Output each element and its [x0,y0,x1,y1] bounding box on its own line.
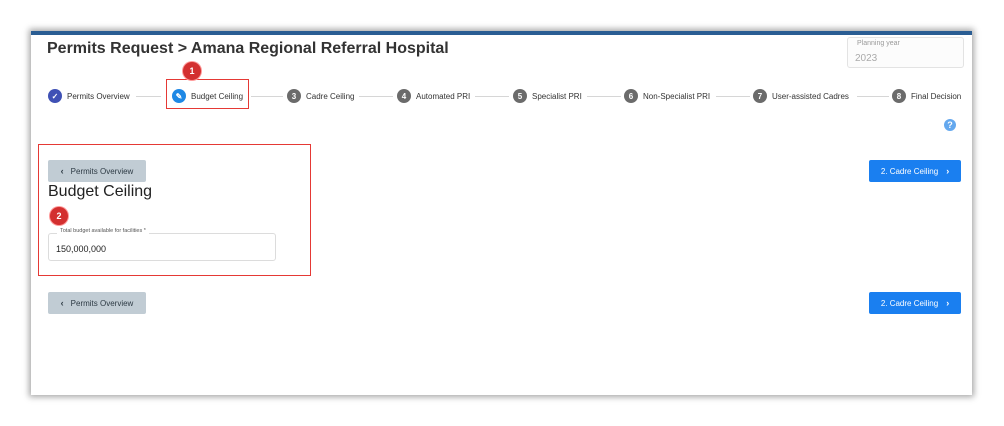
step-label: User-assisted Cadres [772,91,849,101]
step-connector [716,96,750,97]
step-final-decision[interactable]: 8 Final Decision [892,88,961,104]
total-budget-field[interactable]: Total budget available for facilities * … [48,228,276,261]
step-connector [587,96,621,97]
button-label: Permits Overview [70,166,134,176]
step-specialist-pri[interactable]: 5 Specialist PRI [513,88,582,104]
step-user-assisted-cadres[interactable]: 7 User-assisted Cadres [753,88,849,104]
next-cadre-ceiling-button[interactable]: 2. Cadre Ceiling › [869,160,961,182]
check-icon: ✓ [48,89,62,103]
annotation-badge-1: 1 [183,62,201,80]
step-connector [136,96,161,97]
step-label: Specialist PRI [532,91,582,101]
step-highlight-box [166,79,249,109]
planning-year-label: Planning year [857,40,900,47]
page-title: Permits Request > Amana Regional Referra… [47,40,449,57]
section-title: Budget Ceiling [48,183,153,200]
step-number: 3 [287,89,301,103]
step-connector [251,96,283,97]
step-label: Cadre Ceiling [306,91,355,101]
app-window: Permits Request > Amana Regional Referra… [31,31,972,395]
back-to-overview-button-bottom[interactable]: ‹ Permits Overview [48,292,146,314]
step-label: Permits Overview [67,91,130,101]
button-label: Permits Overview [70,298,134,308]
step-number: 8 [892,89,906,103]
step-label: Final Decision [911,91,962,101]
next-cadre-ceiling-button-bottom[interactable]: 2. Cadre Ceiling › [869,292,961,314]
step-connector [857,96,889,97]
planning-year-field[interactable]: Planning year 2023 [847,37,964,68]
step-number: 6 [624,89,638,103]
chevron-left-icon: ‹ [60,297,64,308]
step-number: 4 [397,89,411,103]
step-permits-overview[interactable]: ✓ Permits Overview [48,88,130,104]
step-cadre-ceiling[interactable]: 3 Cadre Ceiling [287,88,354,104]
button-label: 2. Cadre Ceiling [880,166,939,176]
step-connector [359,96,393,97]
step-number: 7 [753,89,767,103]
step-automated-pri[interactable]: 4 Automated PRI [397,88,470,104]
chevron-right-icon: › [946,165,950,176]
chevron-right-icon: › [946,297,950,308]
planning-year-value: 2023 [855,53,878,64]
step-label: Non-Specialist PRI [643,91,711,101]
step-label: Automated PRI [416,91,471,101]
help-icon[interactable]: ? [944,119,956,131]
back-to-overview-button[interactable]: ‹ Permits Overview [48,160,146,182]
step-number: 5 [513,89,527,103]
chevron-left-icon: ‹ [60,165,64,176]
field-label: Total budget available for facilities * [57,228,149,234]
annotation-badge-2: 2 [50,207,68,225]
step-non-specialist-pri[interactable]: 6 Non-Specialist PRI [624,88,710,104]
step-connector [475,96,509,97]
total-budget-value[interactable]: 150,000,000 [56,244,106,254]
button-label: 2. Cadre Ceiling [880,298,939,308]
